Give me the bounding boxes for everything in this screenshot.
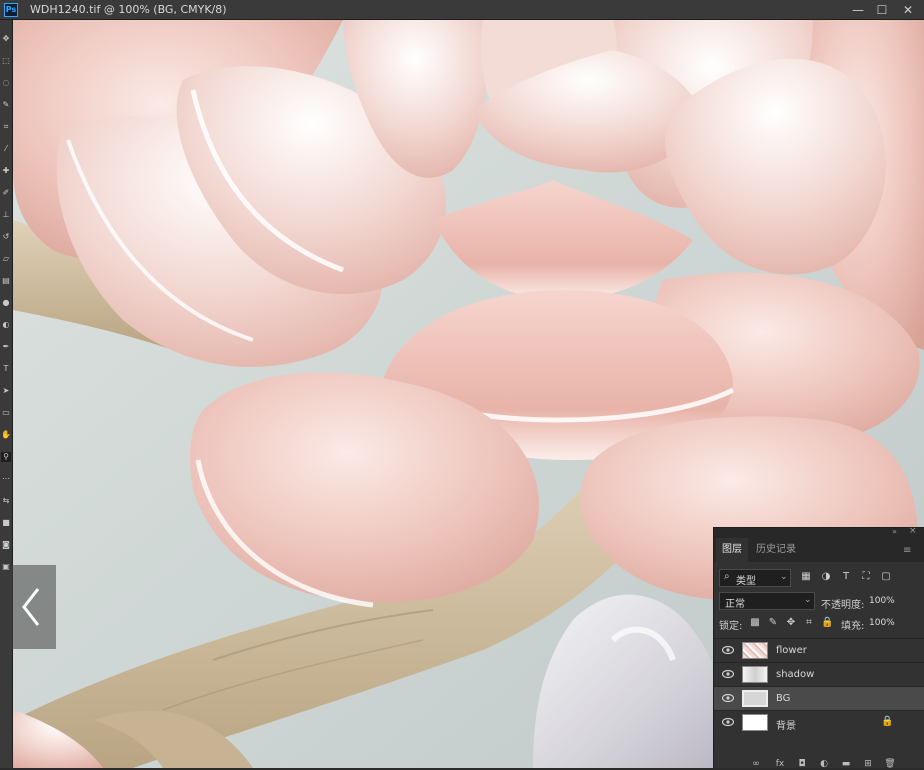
- panel-close-icon[interactable]: ×: [909, 526, 917, 536]
- previous-image-button[interactable]: [12, 565, 56, 649]
- layer-name: shadow: [776, 669, 815, 680]
- layer-kind-filter[interactable]: ⌕ 类型 ⌄: [719, 569, 791, 587]
- delete-layer-icon[interactable]: 🗑: [884, 758, 896, 770]
- quick-select-icon[interactable]: ✎: [1, 100, 11, 110]
- blend-mode-select[interactable]: 正常 ⌄: [719, 592, 815, 610]
- lock-position-icon[interactable]: ✥: [785, 617, 797, 629]
- gradient-icon[interactable]: ▤: [1, 276, 11, 286]
- search-icon: ⌕: [724, 571, 730, 582]
- layer-thumbnail: [742, 690, 768, 707]
- chevron-down-icon: ⌄: [804, 595, 812, 605]
- opacity-field[interactable]: 100%: [869, 596, 895, 606]
- filter-kind-label: 类型: [736, 576, 756, 587]
- new-adjustment-icon[interactable]: ◐: [818, 758, 830, 770]
- panel-header-bar: » ×: [714, 526, 924, 538]
- fill-label: 填充:: [841, 621, 865, 632]
- collapse-icon[interactable]: »: [892, 527, 897, 536]
- opacity-label: 不透明度:: [821, 600, 865, 611]
- layer-style-icon[interactable]: fx: [774, 758, 786, 770]
- swap-colors-icon[interactable]: ⇆: [1, 496, 11, 506]
- color-swatch-icon[interactable]: ■: [1, 518, 11, 528]
- pen-icon[interactable]: ✒: [1, 342, 11, 352]
- blur-icon[interactable]: ●: [1, 298, 11, 308]
- quick-mask-icon[interactable]: ◙: [1, 540, 11, 550]
- marquee-icon[interactable]: ⬚: [1, 56, 11, 66]
- panel-tabs: 图层 历史记录 ≡: [714, 538, 924, 562]
- layers-panel: » × 图层 历史记录 ≡ ⌕ 类型 ⌄ ▦ ◑ T ⛶ ▢ 正常 ⌄ 不透明度…: [713, 526, 924, 770]
- chevron-down-icon: ⌄: [780, 572, 788, 582]
- layer-thumbnail: [742, 666, 768, 683]
- brush-icon[interactable]: ✐: [1, 188, 11, 198]
- filter-type-icon[interactable]: T: [840, 571, 852, 583]
- eye-icon[interactable]: [722, 669, 734, 679]
- fill-field[interactable]: 100%: [869, 618, 895, 628]
- tools-panel: ✥ ⬚ ◌ ✎ ⌗ ⁄ ✚ ✐ ⊥ ↺ ▱ ▤ ● ◐ ✒ T ➤ ▭ ✋ ⚲ ⋯ ⇆ ■ ◙ ▣: [0, 20, 13, 768]
- new-group-icon[interactable]: ▬: [840, 758, 852, 770]
- move-icon[interactable]: ✥: [1, 34, 11, 44]
- lock-all-icon[interactable]: 🔒: [821, 617, 833, 629]
- minimize-button[interactable]: —: [846, 0, 870, 20]
- lock-row: 锁定: ▩ ✎ ✥ ⌗ 🔒 填充: 100%: [714, 614, 924, 634]
- layer-thumbnail: [742, 642, 768, 659]
- link-layers-icon[interactable]: ∞: [750, 758, 762, 770]
- eye-icon[interactable]: [722, 693, 734, 703]
- close-button[interactable]: ✕: [896, 0, 920, 20]
- eye-icon[interactable]: [722, 717, 734, 727]
- healing-icon[interactable]: ✚: [1, 166, 11, 176]
- zoom-icon[interactable]: ⚲: [1, 452, 11, 462]
- filter-adjustment-icon[interactable]: ◑: [820, 571, 832, 583]
- layer-name: BG: [776, 693, 791, 704]
- photoshop-app-icon: Ps: [4, 3, 18, 17]
- layer-thumbnail: [742, 714, 768, 731]
- filter-smart-object-icon[interactable]: ▢: [880, 571, 892, 583]
- layer-row-shadow[interactable]: shadow: [714, 662, 924, 686]
- title-bar: Ps WDH1240.tif @ 100% (BG, CMYK/8) — ☐ ✕: [0, 0, 924, 20]
- layer-row-flower[interactable]: flower: [714, 638, 924, 662]
- filter-pixel-icon[interactable]: ▦: [800, 571, 812, 583]
- lock-artboard-icon[interactable]: ⌗: [803, 617, 815, 629]
- crop-icon[interactable]: ⌗: [1, 122, 11, 132]
- add-mask-icon[interactable]: ◘: [796, 758, 808, 770]
- layer-row-bg[interactable]: BG: [714, 686, 924, 710]
- blend-row: 正常 ⌄ 不透明度: 100%: [714, 591, 924, 613]
- tab-layers[interactable]: 图层: [716, 538, 748, 562]
- filter-shape-icon[interactable]: ⛶: [860, 571, 872, 583]
- layer-name: flower: [776, 645, 807, 656]
- layers-panel-footer: ∞ fx ◘ ◐ ▬ ⊞ 🗑: [714, 758, 924, 770]
- dodge-icon[interactable]: ◐: [1, 320, 11, 330]
- eyedropper-icon[interactable]: ⁄: [1, 144, 11, 154]
- eraser-icon[interactable]: ▱: [1, 254, 11, 264]
- history-brush-icon[interactable]: ↺: [1, 232, 11, 242]
- lock-transparent-icon[interactable]: ▩: [749, 617, 761, 629]
- lock-label: 锁定:: [719, 621, 743, 632]
- tab-history[interactable]: 历史记录: [750, 538, 802, 562]
- hand-icon[interactable]: ✋: [1, 430, 11, 440]
- document-title: WDH1240.tif @ 100% (BG, CMYK/8): [30, 3, 227, 16]
- layer-lock-icon: 🔒: [881, 716, 894, 727]
- shape-icon[interactable]: ▭: [1, 408, 11, 418]
- lasso-icon[interactable]: ◌: [1, 78, 11, 88]
- path-select-icon[interactable]: ➤: [1, 386, 11, 396]
- more-tools-icon[interactable]: ⋯: [1, 474, 11, 484]
- type-icon[interactable]: T: [1, 364, 11, 374]
- eye-icon[interactable]: [722, 645, 734, 655]
- clone-stamp-icon[interactable]: ⊥: [1, 210, 11, 220]
- chevron-left-icon: [22, 588, 40, 626]
- blend-mode-value: 正常: [725, 599, 745, 610]
- lock-image-icon[interactable]: ✎: [767, 617, 779, 629]
- maximize-button[interactable]: ☐: [870, 0, 894, 20]
- layer-name: 背景: [776, 721, 796, 732]
- new-layer-icon[interactable]: ⊞: [862, 758, 874, 770]
- panel-menu-icon[interactable]: ≡: [903, 545, 911, 556]
- screen-mode-icon[interactable]: ▣: [1, 562, 11, 572]
- layer-row-background[interactable]: 背景 🔒: [714, 710, 924, 734]
- layer-filter-row: ⌕ 类型 ⌄ ▦ ◑ T ⛶ ▢: [714, 568, 924, 590]
